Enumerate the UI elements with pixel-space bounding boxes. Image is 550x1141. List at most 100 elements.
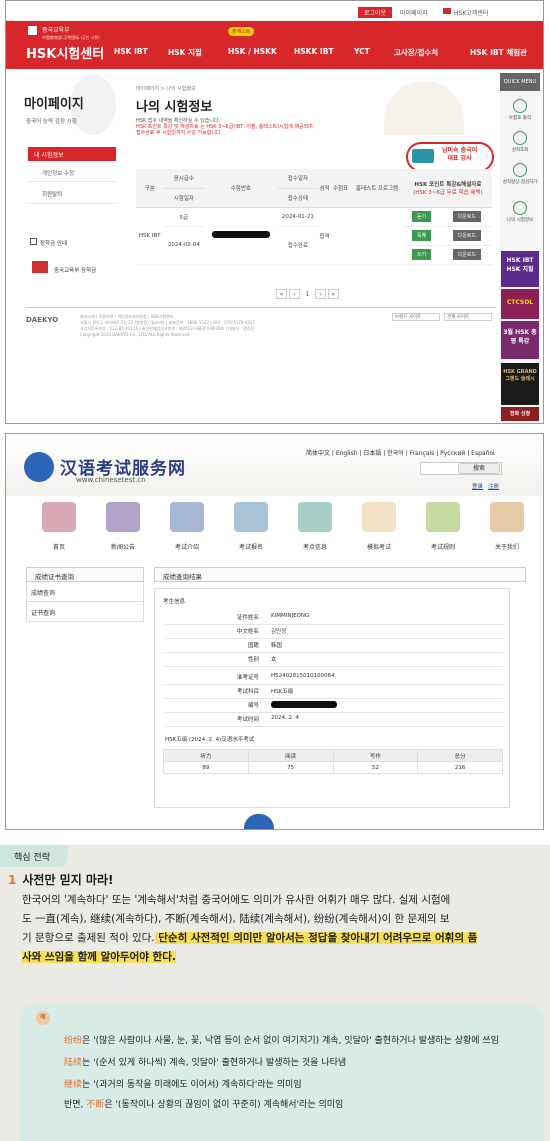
info-key: 考试科目: [236, 689, 259, 695]
moe-scholarship-link[interactable]: 중국교육부 장학금: [54, 266, 96, 274]
nav-about[interactable]: 关于我们: [478, 542, 536, 551]
download-button[interactable]: 다운로드: [452, 230, 481, 241]
section-tag: 핵심 전략: [0, 845, 68, 867]
score-header: 总分: [417, 749, 503, 762]
nav-test-centers[interactable]: 고사장/접수처: [394, 47, 438, 58]
divider: [28, 181, 116, 182]
col-status: 접수상태: [277, 188, 319, 208]
info-row: 准考证号 H52402815010100064: [163, 673, 503, 685]
col-lecture: HSK 포인트 특강&해설자료 (HSK 3~6급 무료 학습 혜택): [403, 169, 492, 208]
info-value: [271, 701, 337, 710]
page-number[interactable]: 1: [302, 290, 313, 300]
banner-line: 대표 강사: [447, 155, 472, 162]
nav-hsk-ibt[interactable]: HSK IBT: [114, 47, 148, 56]
phone-apply-button[interactable]: 전화 신청: [501, 407, 539, 421]
page-title: 나의 시험정보: [136, 100, 213, 115]
explanation: 는 '(순서 있게 하나씩) 계속, 잇달아' 출현하거나 발생하는 것을 나타…: [82, 1058, 347, 1068]
breadcrumb: 마이페이지 > 나의 시험정보: [136, 86, 196, 92]
cell-download: 다운로드: [441, 245, 492, 265]
pagination: «‹ 1 ›»: [276, 289, 341, 300]
footer-line: Copyright 2013 DAEKYO Co., LTD. ALL Righ…: [80, 332, 191, 337]
register-icon[interactable]: [234, 502, 268, 532]
customer-center-link[interactable]: HSK고객센터: [454, 8, 488, 17]
search-button[interactable]: 搜索: [458, 463, 500, 474]
rules-icon[interactable]: [426, 502, 460, 532]
cell-reading: 독해: [403, 226, 442, 246]
cell-date: 2024-02-04: [163, 226, 205, 265]
left-panel-title: 成绩证书查询: [26, 567, 144, 582]
first-page-button[interactable]: «: [276, 289, 287, 299]
listen-button[interactable]: 듣기: [412, 211, 432, 222]
login-link[interactable]: 登录: [472, 482, 483, 490]
mock-icon[interactable]: [362, 502, 396, 532]
paragraph-line: 기 문항으로 출제된 적이 있다. 단순히 사전적인 의미만 알아서는 정답을 …: [22, 929, 542, 948]
mypage-link[interactable]: 마이페이지: [400, 8, 428, 17]
quick-my-test-info[interactable]: 나의 시험정보: [500, 201, 540, 223]
col-reg-date: 접수일자: [277, 169, 319, 189]
highlighted-text: 단순히 사전적인 의미만 알아서는 정답을 찾아내기 어려우므로 어휘의 품: [154, 932, 478, 944]
ad-hsk-ibt[interactable]: HSK IBT HSK 지필: [501, 251, 539, 287]
news-icon[interactable]: [106, 502, 140, 532]
nav-register[interactable]: 考试报名: [222, 542, 280, 551]
register-link[interactable]: 注册: [488, 482, 499, 490]
test-center-icon[interactable]: [298, 502, 332, 532]
nav-hskk-ibt[interactable]: HSKK IBT: [294, 47, 334, 56]
china-flag-icon: [443, 8, 451, 14]
info-value: 韩国: [271, 643, 283, 649]
related-site-select[interactable]: 관계 사이트: [444, 313, 492, 321]
info-key: 编号: [247, 703, 259, 709]
writing-button[interactable]: 쓰기: [412, 249, 432, 260]
score-table: 听力 阅读 写作 总分 89 75 52 216: [163, 749, 503, 774]
paragraph-line: 한국어의 '계속하다' 또는 '계속해서'처럼 중국어에도 의미가 유사한 어휘…: [22, 894, 451, 906]
hanban-logo-icon: [24, 452, 54, 482]
reading-button[interactable]: 독해: [412, 230, 432, 241]
logout-link[interactable]: 로그아웃: [358, 7, 393, 18]
chinesetest-screenshot: 汉语考试服务网 www.chinesetest.cn 简体中文 | Englis…: [5, 433, 544, 830]
certificate-query-link[interactable]: 证书查询: [26, 602, 144, 622]
nav-hsk-hskk[interactable]: HSK / HSKK: [228, 47, 277, 56]
keyword: 不断: [86, 1100, 105, 1110]
nav-exam-intro[interactable]: 考试介绍: [158, 542, 216, 551]
download-button[interactable]: 다운로드: [452, 249, 481, 260]
strategy-paragraph: 한국어의 '계속하다' 또는 '계속해서'처럼 중국어에도 의미가 유사한 어휘…: [22, 891, 542, 967]
nav-test-centers[interactable]: 考点信息: [286, 542, 344, 551]
nav-yct[interactable]: YCT: [354, 47, 370, 56]
quick-score-lookup[interactable]: 성적조회: [500, 131, 540, 153]
next-page-button[interactable]: ›: [315, 289, 326, 299]
col-type: 구분: [136, 169, 164, 208]
book-icon: [30, 238, 37, 245]
brand-site-select[interactable]: 브랜드 사이트: [392, 313, 440, 321]
score-title: HSK五级 (2024. 2. 4)汉语水平考试: [165, 737, 255, 743]
sidebar-subtitle: 중국어 능력 검정 시험: [26, 119, 77, 125]
nav-home[interactable]: 首页: [30, 542, 88, 551]
exam-intro-icon[interactable]: [170, 502, 204, 532]
ad-ctcsol[interactable]: CTCSOL: [501, 289, 539, 319]
language-links[interactable]: 简体中文 | English | 日本語 | 한국어 | Français | …: [306, 448, 495, 457]
quick-admission-ticket[interactable]: 수험표 출력: [500, 99, 540, 121]
icon-nav: 首页 新闻公告 考试介绍 考试报名 考点信息 模拟考试 考试规则 关于我们: [24, 498, 536, 558]
footer-brand: DAEKYO: [26, 316, 59, 324]
nav-news[interactable]: 新闻公告: [94, 542, 152, 551]
prev-page-button[interactable]: ‹: [289, 289, 300, 299]
cell-listen: 듣기: [403, 207, 442, 227]
about-icon[interactable]: [490, 502, 524, 532]
ad-grand-slam[interactable]: HSK GRAND 그랜드 슬래시: [501, 363, 539, 405]
main-nav: 중국교육부 中国教育部 汉考国际 (공인 시행) HSK시험센터 출제스트 HS…: [6, 21, 543, 69]
book-page-photo: 핵심 전략 1 사전만 믿지 마라! 한국어의 '계속하다' 또는 '계속해서'처…: [0, 845, 550, 1141]
sidebar-item-edit-profile[interactable]: 개인정보 수정: [42, 169, 74, 177]
scholarship-link[interactable]: 장학금 안내: [40, 239, 67, 247]
nav-mock[interactable]: 模拟考试: [350, 542, 408, 551]
quick-score-check[interactable]: 성적향상 점검하기: [500, 163, 540, 185]
sidebar-item-my-test-info[interactable]: 내 시험정보: [28, 147, 116, 161]
home-icon[interactable]: [42, 502, 76, 532]
nav-ibt-experience[interactable]: HSK IBT 체험관: [470, 47, 527, 58]
last-page-button[interactable]: »: [328, 289, 339, 299]
nav-rules[interactable]: 考试规则: [414, 542, 472, 551]
download-button[interactable]: 다운로드: [452, 211, 481, 222]
quick-item-label: 나의 시험정보: [506, 218, 534, 223]
ad-march-lecture[interactable]: 3월 HSK 총평 특강: [501, 321, 539, 359]
score-query-link[interactable]: 成绩查询: [26, 582, 144, 602]
sidebar-item-withdraw[interactable]: 회원탈퇴: [42, 190, 62, 198]
nav-hsk-paper[interactable]: HSK 지필: [168, 47, 202, 58]
site-logo[interactable]: HSK시험센터: [26, 43, 104, 62]
